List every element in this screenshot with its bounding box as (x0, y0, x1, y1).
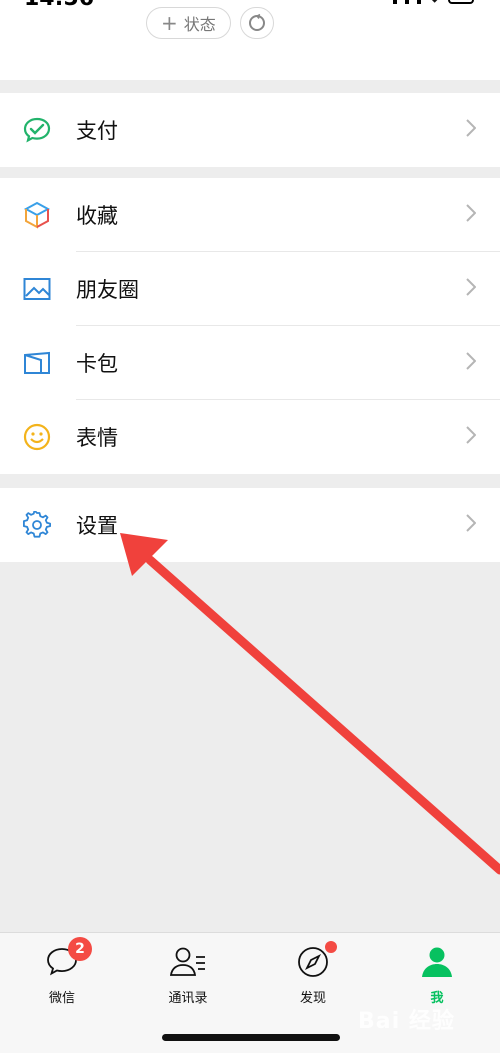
profile-header: 14:56 ◆ + 状态 (0, 0, 500, 80)
menu-item-label: 表情 (76, 426, 118, 450)
compass-icon (273, 943, 353, 981)
new-dot-badge (325, 941, 337, 953)
chevron-right-icon (466, 352, 477, 374)
settings-section: 设置 (0, 488, 500, 562)
menu-item-settings[interactable]: 设置 (0, 488, 500, 562)
tab-me[interactable]: 我 (397, 943, 477, 1006)
menu-item-favorites[interactable]: 收藏 (0, 178, 500, 252)
status-time: 14:56 (24, 0, 94, 11)
chevron-right-icon (466, 426, 477, 448)
wifi-icon: ◆ (429, 0, 440, 4)
status-icons: ◆ (393, 0, 474, 4)
menu-item-cards[interactable]: 卡包 (0, 326, 500, 400)
favorites-cube-icon (22, 200, 52, 230)
tab-label: 微信 (48, 991, 75, 1006)
pay-icon (22, 115, 52, 145)
pay-section: 支付 (0, 93, 500, 167)
signal-icon (417, 0, 422, 4)
watermark: Bai 经验 (358, 1009, 455, 1034)
refresh-button[interactable] (240, 7, 274, 39)
signal-icon (393, 0, 398, 4)
chevron-right-icon (466, 278, 477, 300)
tab-contacts[interactable]: 通讯录 (148, 943, 228, 1006)
tab-label: 通讯录 (168, 991, 208, 1006)
home-indicator (162, 1034, 340, 1041)
battery-icon (448, 0, 474, 4)
tab-discover[interactable]: 发现 (273, 941, 353, 1006)
menu-item-label: 收藏 (76, 204, 118, 228)
unread-badge: 2 (68, 937, 92, 961)
card-wallet-icon (22, 348, 52, 378)
main-list-section: 收藏 朋友圈 卡包 表情 (0, 178, 500, 474)
chevron-right-icon (466, 204, 477, 226)
status-chip[interactable]: + 状态 (146, 7, 231, 39)
menu-item-label: 朋友圈 (76, 278, 139, 302)
status-chip-label: 状态 (183, 15, 216, 34)
menu-item-pay[interactable]: 支付 (0, 93, 500, 167)
tab-chats[interactable]: 微信 2 (22, 937, 102, 1006)
smiley-icon (22, 422, 52, 452)
menu-item-label: 支付 (76, 119, 118, 143)
menu-item-stickers[interactable]: 表情 (0, 400, 500, 474)
menu-item-moments[interactable]: 朋友圈 (0, 252, 500, 326)
contacts-icon (148, 943, 228, 981)
tab-label: 发现 (299, 991, 326, 1006)
plus-icon: + (161, 11, 178, 35)
chevron-right-icon (466, 514, 477, 536)
signal-icon (405, 0, 410, 4)
menu-item-label: 设置 (76, 514, 118, 538)
moments-image-icon (22, 274, 52, 304)
menu-item-label: 卡包 (76, 352, 118, 376)
gear-icon (22, 510, 52, 540)
refresh-icon (249, 13, 265, 31)
chevron-right-icon (466, 119, 477, 141)
person-icon (397, 943, 477, 981)
